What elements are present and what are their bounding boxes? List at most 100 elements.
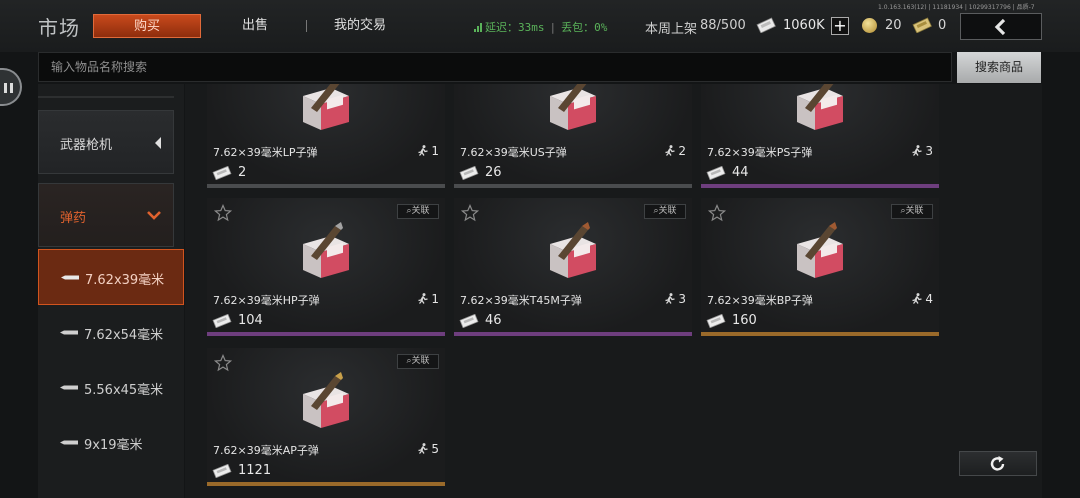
favorite-star-icon[interactable] xyxy=(214,354,232,372)
signal-icon xyxy=(474,23,482,32)
sidebar-item-label: 9x19毫米 xyxy=(84,438,143,453)
coin-icon xyxy=(862,18,877,33)
rarity-bar xyxy=(701,184,939,188)
price-row: 44 xyxy=(706,164,939,185)
ammo-box-icon xyxy=(550,84,596,130)
bullet-icon xyxy=(60,330,78,335)
rarity-bar xyxy=(207,184,445,188)
weekly-listing-value: 88/500 xyxy=(700,18,746,33)
item-grid: 7.62×39毫米LP子弹 1 2 7.62×39毫米US子弹 2 26 7.62×39毫米… xyxy=(185,84,953,498)
item-card[interactable]: ⌕关联 7.62×39毫米BP子弹 4 160 xyxy=(701,198,939,336)
search-button[interactable]: 搜索商品 xyxy=(957,52,1041,83)
related-link-button[interactable]: ⌕关联 xyxy=(891,204,933,219)
item-card[interactable]: ⌕关联 7.62×39毫米T45M子弹 3 46 xyxy=(454,198,692,336)
chevron-down-icon xyxy=(147,211,161,220)
item-name: 7.62×39毫米LP子弹 xyxy=(213,146,318,159)
money-value: 1060K xyxy=(783,18,825,33)
money-icon xyxy=(459,314,479,328)
item-stock: 4 xyxy=(912,292,933,306)
ticket-icon xyxy=(912,17,932,33)
sidebar-item-7-62x39[interactable]: 7.62x39毫米 xyxy=(38,249,184,305)
sidebar-category-weapon-parts[interactable]: 武器枪机 xyxy=(38,110,174,174)
item-card[interactable]: 7.62×39毫米LP子弹 1 2 xyxy=(207,84,445,188)
item-name: 7.62×39毫米US子弹 xyxy=(460,146,567,159)
sidebar-item-label: 5.56x45毫米 xyxy=(84,383,164,398)
back-button[interactable] xyxy=(960,13,1042,40)
related-link-button[interactable]: ⌕关联 xyxy=(397,354,439,369)
related-link-label: 关联 xyxy=(411,356,430,366)
item-card[interactable]: ⌕关联 7.62×39毫米AP子弹 5 1121 xyxy=(207,348,445,486)
ammo-box-icon xyxy=(303,84,349,130)
packet-loss-text: 丢包：0% xyxy=(561,21,608,34)
side-drawer-handle[interactable] xyxy=(0,68,22,106)
item-card[interactable]: 7.62×39毫米PS子弹 3 44 xyxy=(701,84,939,188)
related-link-label: 关联 xyxy=(411,206,430,216)
sidebar-item-label: 7.62x54毫米 xyxy=(84,328,164,343)
item-card[interactable]: ⌕关联 7.62×39毫米HP子弹 1 104 xyxy=(207,198,445,336)
add-money-button[interactable]: + xyxy=(831,17,849,35)
item-price: 1121 xyxy=(238,463,272,478)
price-row: 46 xyxy=(459,312,692,333)
bullet-icon xyxy=(61,275,79,280)
related-link-label: 关联 xyxy=(905,206,924,216)
network-status: 延迟：33ms | 丢包：0% xyxy=(474,19,607,35)
ammo-box-icon xyxy=(303,222,349,278)
money-icon xyxy=(706,166,726,180)
tab-buy[interactable]: 购买 xyxy=(93,14,201,38)
item-price: 26 xyxy=(485,165,502,180)
item-stock: 3 xyxy=(665,292,686,306)
money-icon xyxy=(212,314,232,328)
ticket-value: 0 xyxy=(938,18,947,33)
seller-icon xyxy=(912,145,922,156)
money-icon xyxy=(212,464,232,478)
price-row: 1121 xyxy=(212,462,445,483)
latency-text: 延迟：33ms xyxy=(485,21,545,34)
sidebar-item-5-56x45[interactable]: 5.56x45毫米 xyxy=(38,360,184,416)
page-title: 市场 xyxy=(38,16,80,40)
favorite-star-icon[interactable] xyxy=(461,204,479,222)
item-price: 160 xyxy=(732,313,757,328)
ammo-box-icon xyxy=(797,84,843,130)
item-stock-count: 1 xyxy=(431,292,439,306)
search-row: 搜索商品 xyxy=(38,52,1042,84)
item-price: 2 xyxy=(238,165,247,180)
seller-icon xyxy=(418,145,428,156)
refresh-icon xyxy=(990,456,1005,471)
money-icon xyxy=(212,166,232,180)
favorite-star-icon[interactable] xyxy=(214,204,232,222)
bullet-icon xyxy=(60,440,78,445)
item-card[interactable]: 7.62×39毫米US子弹 2 26 xyxy=(454,84,692,188)
item-stock-count: 5 xyxy=(431,442,439,456)
weekly-listing-label: 本周上架 xyxy=(645,22,698,37)
item-stock: 2 xyxy=(665,144,686,158)
sidebar-item-7-62x54[interactable]: 7.62x54毫米 xyxy=(38,305,184,361)
sidebar-category-ammo[interactable]: 弹药 xyxy=(38,183,174,247)
item-stock-count: 4 xyxy=(925,292,933,306)
tab-sell[interactable]: 出售 xyxy=(215,14,295,38)
top-bar: 市场 购买 出售 我的交易 延迟：33ms | 丢包：0% 本周上架 88/500 … xyxy=(0,0,1080,52)
related-link-button[interactable]: ⌕关联 xyxy=(644,204,686,219)
item-stock-count: 1 xyxy=(431,144,439,158)
refresh-button[interactable] xyxy=(959,451,1037,476)
seller-icon xyxy=(418,443,428,454)
price-row: 2 xyxy=(212,164,445,185)
tab-divider xyxy=(306,20,307,32)
rarity-bar xyxy=(207,482,445,486)
item-name: 7.62×39毫米HP子弹 xyxy=(213,294,320,307)
item-price: 44 xyxy=(732,165,749,180)
item-stock-count: 3 xyxy=(678,292,686,306)
related-link-button[interactable]: ⌕关联 xyxy=(397,204,439,219)
seller-icon xyxy=(665,293,675,304)
item-name: 7.62×39毫米T45M子弹 xyxy=(460,294,582,307)
search-input[interactable] xyxy=(38,52,952,82)
rarity-bar xyxy=(207,332,445,336)
sidebar-item-9x19[interactable]: 9x19毫米 xyxy=(38,415,184,471)
ammo-box-icon xyxy=(797,222,843,278)
tab-my-trades[interactable]: 我的交易 xyxy=(312,14,408,38)
money-icon xyxy=(459,166,479,180)
favorite-star-icon[interactable] xyxy=(708,204,726,222)
version-text: 1.0.163.163(12) | 11181934 | 10299317796… xyxy=(878,4,1035,11)
sidebar-item-label: 7.62x39毫米 xyxy=(85,273,165,288)
seller-icon xyxy=(418,293,428,304)
ammo-box-icon xyxy=(550,222,596,278)
